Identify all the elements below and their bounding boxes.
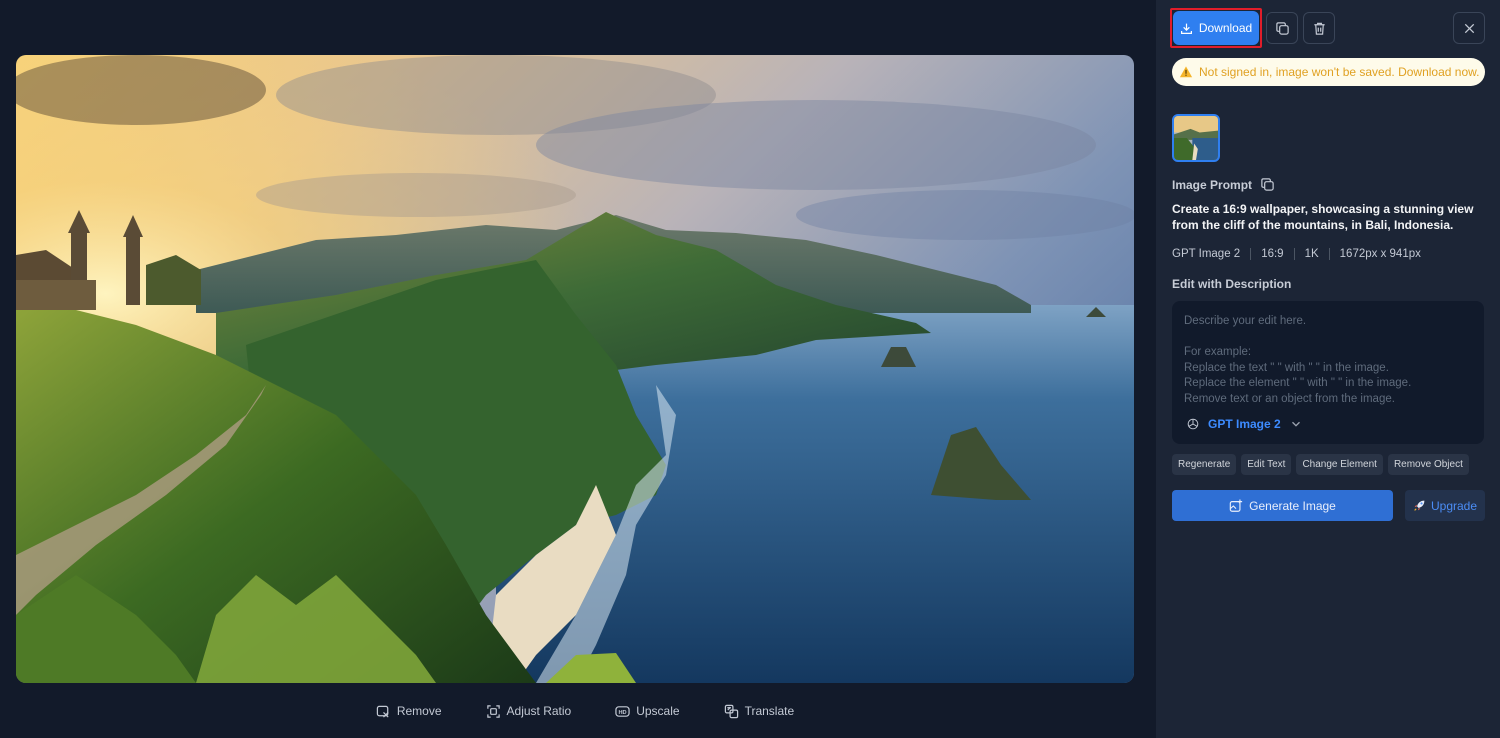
meta-divider [1328, 248, 1330, 260]
close-panel-button[interactable] [1453, 12, 1485, 44]
image-prompt-header: Image Prompt [1172, 177, 1275, 192]
thumbnail-image [1174, 116, 1218, 160]
image-plus-icon [1229, 498, 1243, 512]
quick-edit-chips: Regenerate Edit Text Change Element Remo… [1172, 454, 1469, 475]
change-element-chip[interactable]: Change Element [1296, 454, 1383, 475]
copy-image-button[interactable] [1266, 12, 1298, 44]
ratio-icon [486, 704, 501, 719]
rocket-icon [1414, 500, 1425, 511]
meta-divider [1293, 248, 1295, 260]
download-icon [1180, 23, 1192, 34]
image-thumbnail[interactable] [1172, 114, 1220, 162]
adjust-ratio-tool-button[interactable]: Adjust Ratio [486, 704, 572, 719]
download-button[interactable]: Download [1173, 11, 1259, 45]
adjust-ratio-label: Adjust Ratio [506, 704, 572, 718]
bottom-toolbar: Remove Adjust Ratio HD Upscale Translate [0, 700, 1156, 722]
trash-icon [1313, 22, 1325, 35]
remove-tool-label: Remove [396, 704, 442, 718]
translate-icon [724, 704, 739, 719]
hd-icon: HD [615, 704, 630, 719]
download-highlight: Download [1170, 8, 1262, 48]
placeholder-line: Replace the element " " with " " in the … [1184, 377, 1412, 389]
eraser-icon [376, 704, 391, 719]
openai-icon [1187, 418, 1199, 430]
meta-size: 1672px x 941px [1339, 248, 1421, 260]
meta-quality: 1K [1304, 248, 1319, 260]
app-root: Remove Adjust Ratio HD Upscale Translate [0, 0, 1500, 738]
upscale-label: Upscale [636, 704, 680, 718]
placeholder-line: Replace the text " " with " " in the ima… [1184, 361, 1389, 374]
copy-icon [1275, 21, 1289, 35]
copy-prompt-icon[interactable] [1260, 177, 1275, 192]
panel-toolbar: Download [1170, 8, 1485, 48]
placeholder-line: For example: [1184, 346, 1252, 358]
placeholder-line: Remove text or an object from the image. [1184, 392, 1395, 405]
meta-ratio: 16:9 [1261, 248, 1284, 260]
chevron-down-icon [1291, 421, 1300, 427]
delete-image-button[interactable] [1303, 12, 1335, 44]
translate-tool-button[interactable]: Translate [724, 704, 795, 719]
model-selector[interactable]: GPT Image 2 [1186, 417, 1303, 431]
remove-tool-button[interactable]: Remove [376, 704, 442, 719]
image-prompt-label: Image Prompt [1172, 177, 1253, 192]
warning-triangle-icon [1179, 66, 1193, 78]
side-panel: Download Not signed in, image won't be s… [1156, 0, 1500, 738]
image-prompt-text: Create a 16:9 wallpaper, showcasing a st… [1172, 202, 1474, 232]
upscale-tool-button[interactable]: HD Upscale [615, 704, 680, 719]
upgrade-label: Upgrade [1430, 498, 1478, 513]
remove-object-chip[interactable]: Remove Object [1387, 454, 1469, 475]
warning-text: Not signed in, image won't be saved. Dow… [1199, 65, 1480, 79]
generated-image[interactable] [16, 55, 1134, 683]
edit-with-description-label: Edit with Description [1172, 277, 1292, 291]
landscape-image [16, 55, 1134, 683]
generate-image-label: Generate Image [1249, 498, 1336, 513]
placeholder-line: Describe your edit here. [1184, 315, 1307, 327]
svg-text:HD: HD [619, 709, 627, 715]
edit-text-chip[interactable]: Edit Text [1241, 454, 1292, 475]
upgrade-button[interactable]: Upgrade [1405, 490, 1485, 521]
canvas-area: Remove Adjust Ratio HD Upscale Translate [0, 0, 1156, 738]
download-label: Download [1198, 21, 1253, 35]
image-meta: GPT Image 2 16:9 1K 1672px x 941px [1172, 247, 1421, 261]
regenerate-chip[interactable]: Regenerate [1172, 454, 1237, 475]
close-icon [1464, 23, 1474, 33]
translate-label: Translate [744, 704, 795, 718]
meta-divider [1250, 248, 1252, 260]
generate-image-button[interactable]: Generate Image [1172, 490, 1393, 521]
edit-description-input[interactable]: Describe your edit here. For example: Re… [1172, 301, 1484, 444]
not-signed-in-warning: Not signed in, image won't be saved. Dow… [1172, 58, 1485, 86]
edit-placeholder: Describe your edit here. For example: Re… [1184, 314, 1472, 407]
placeholder-gap [1184, 330, 1472, 346]
model-selector-label: GPT Image 2 [1208, 417, 1281, 431]
meta-model: GPT Image 2 [1172, 248, 1241, 260]
